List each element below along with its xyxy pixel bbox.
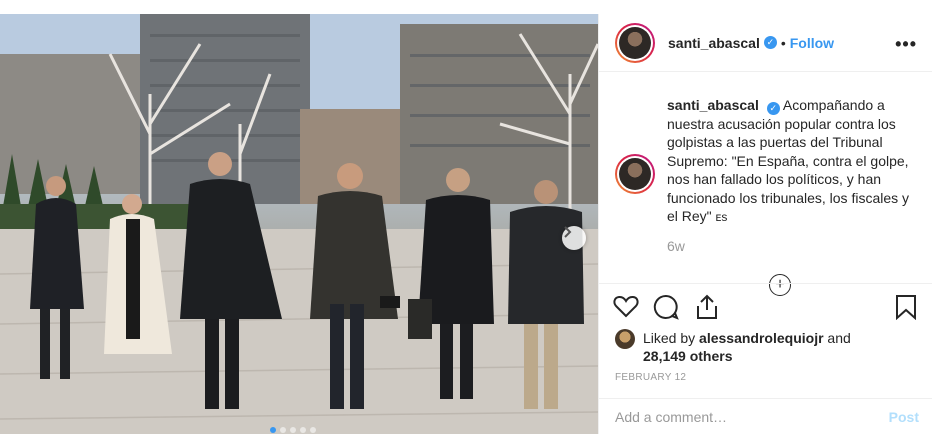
carousel-dot <box>280 427 286 433</box>
post-side-panel: santi_abascal ✓ • Follow ••• santi_abasc… <box>598 14 932 434</box>
like-button[interactable] <box>613 294 639 323</box>
verified-badge-icon: ✓ <box>763 36 777 49</box>
avatar[interactable] <box>615 22 655 63</box>
comment-button[interactable] <box>653 294 679 325</box>
caption-username-link[interactable]: santi_abascal <box>667 97 759 113</box>
heart-icon <box>613 295 639 318</box>
likes-and: and <box>827 330 851 346</box>
photo-scene <box>0 14 598 434</box>
share-icon <box>697 294 717 319</box>
liker-avatar[interactable] <box>615 329 635 349</box>
post-header: santi_abascal ✓ • Follow ••• <box>599 14 932 72</box>
comment-input[interactable] <box>615 407 875 427</box>
action-bar <box>599 283 932 323</box>
caption-text: santi_abascal ✓ Acompañando a nuestra ac… <box>667 96 917 227</box>
post-date[interactable]: FEBRUARY 12 <box>615 372 686 383</box>
username-link[interactable]: santi_abascal <box>668 35 760 51</box>
carousel-dot <box>310 427 316 433</box>
bookmark-icon <box>896 295 916 321</box>
carousel-dots <box>270 427 316 433</box>
chevron-right-icon <box>564 226 572 238</box>
comment-bar: Post <box>599 398 932 434</box>
post-comment-button[interactable]: Post <box>889 409 919 425</box>
likes-count-link[interactable]: 28,149 others <box>643 348 733 364</box>
carousel-next-button[interactable] <box>562 226 586 250</box>
likes-prefix: Liked by <box>643 330 696 346</box>
caption-language-flag: ᴇs <box>715 210 728 225</box>
more-options-button[interactable]: ••• <box>895 34 917 55</box>
liker-username-link[interactable]: alessandrolequiojr <box>699 330 823 346</box>
share-button[interactable] <box>695 294 719 325</box>
carousel-dot <box>270 427 276 433</box>
save-button[interactable] <box>895 294 917 325</box>
caption-body: Acompañando a nuestra acusación popular … <box>667 97 910 225</box>
likes-text: Liked by alessandrolequiojr and 28,149 o… <box>643 329 903 365</box>
caption-avatar[interactable] <box>615 154 655 194</box>
verified-badge-icon: ✓ <box>766 101 780 115</box>
post-photo[interactable] <box>0 14 598 434</box>
separator-dot: • <box>780 34 786 51</box>
comment-bubble-icon <box>653 294 679 320</box>
carousel-dot <box>300 427 306 433</box>
avatar-image <box>619 26 651 59</box>
avatar-image <box>619 158 651 190</box>
follow-button[interactable]: Follow <box>790 35 834 51</box>
time-ago[interactable]: 6w <box>667 238 685 254</box>
carousel-dot <box>290 427 296 433</box>
